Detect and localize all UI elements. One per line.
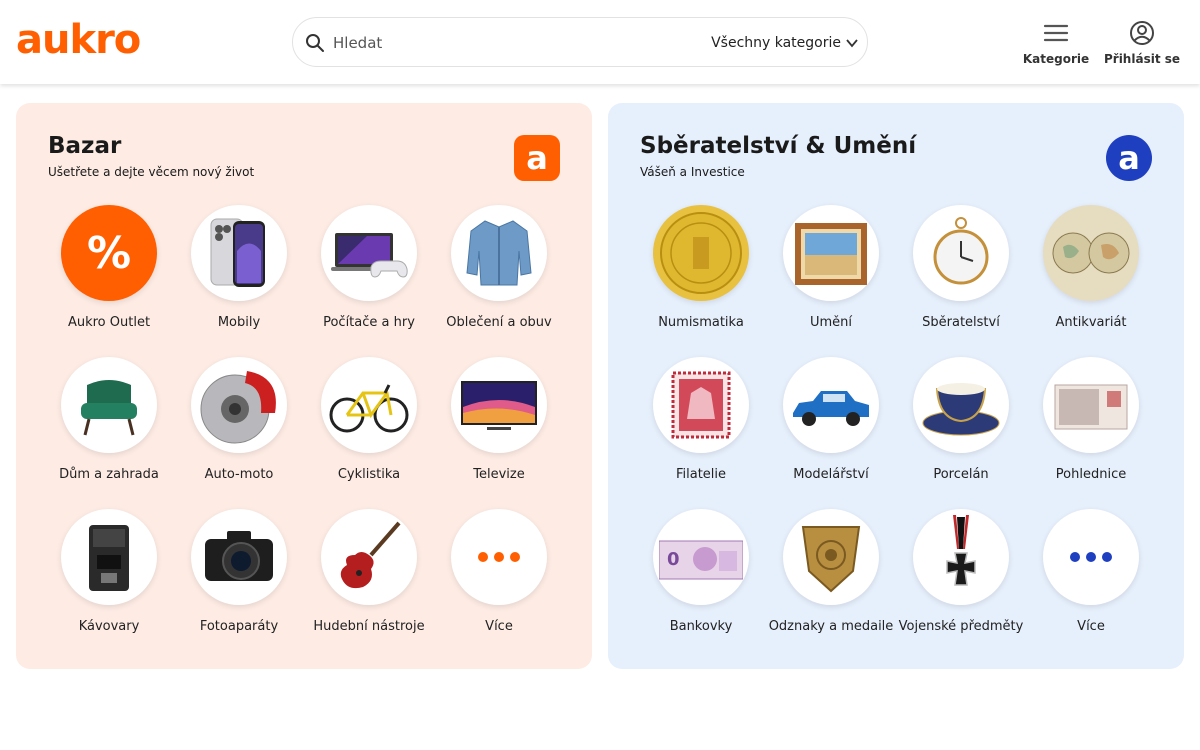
category-mobily[interactable]: Mobily — [174, 205, 304, 345]
category-vojenske-predmety[interactable]: Vojenské předměty — [896, 509, 1026, 649]
framed-painting-icon — [783, 205, 879, 301]
header: aukro Všechny kategorie Kategorie Přihlá… — [0, 0, 1200, 84]
armchair-icon — [61, 357, 157, 453]
category-kavovary[interactable]: Kávovary — [44, 509, 174, 649]
category-vice-bazar[interactable]: Více — [434, 509, 564, 649]
category-label: Pohlednice — [1055, 467, 1127, 482]
category-aukro-outlet[interactable]: % Aukro Outlet — [44, 205, 174, 345]
porcelain-cup-icon — [913, 357, 1009, 453]
category-label: Fotoaparáty — [199, 619, 279, 634]
bazar-panel: Bazar Ušetřete a dejte věcem nový život … — [16, 103, 592, 669]
bazar-title[interactable]: Bazar — [48, 133, 121, 159]
search-bar[interactable]: Všechny kategorie — [292, 17, 868, 67]
category-label: Aukro Outlet — [67, 315, 151, 330]
old-map-icon — [1043, 205, 1139, 301]
category-label: Numismatika — [658, 315, 744, 330]
category-umeni[interactable]: Umění — [766, 205, 896, 345]
bicycle-icon — [321, 357, 417, 453]
aukro-logo[interactable]: aukro — [16, 18, 141, 62]
category-select[interactable]: Všechny kategorie — [711, 33, 859, 53]
iron-cross-icon — [913, 509, 1009, 605]
electric-guitar-icon — [321, 509, 417, 605]
category-televize[interactable]: Televize — [434, 357, 564, 497]
kategorie-button[interactable]: Kategorie — [1022, 20, 1090, 66]
gold-coin-icon — [653, 205, 749, 301]
sber-subtitle: Vášeň a Investice — [640, 165, 745, 179]
category-antikvariat[interactable]: Antikvariát — [1026, 205, 1156, 345]
sberatelstvi-panel: Sběratelství & Umění Vášeň a Investice a… — [608, 103, 1184, 669]
category-modelarstvi[interactable]: Modelářství — [766, 357, 896, 497]
pocket-watch-icon — [913, 205, 1009, 301]
brake-disc-icon — [191, 357, 287, 453]
category-fotoaparaty[interactable]: Fotoaparáty — [174, 509, 304, 649]
category-cyklistika[interactable]: Cyklistika — [304, 357, 434, 497]
category-porcelan[interactable]: Porcelán — [896, 357, 1026, 497]
menu-icon — [1043, 24, 1069, 42]
category-label: Dům a zahrada — [59, 467, 159, 482]
camera-icon — [191, 509, 287, 605]
category-label: Bankovky — [669, 619, 733, 634]
category-label: Modelářství — [793, 467, 869, 482]
category-label: Antikvariát — [1055, 315, 1127, 330]
category-vice-sber[interactable]: Více — [1026, 509, 1156, 649]
category-label: Sběratelství — [922, 315, 1000, 330]
category-hudebni-nastroje[interactable]: Hudební nástroje — [304, 509, 434, 649]
category-label: Umění — [809, 315, 853, 330]
category-label: Filatelie — [675, 467, 727, 482]
category-label: Více — [1077, 619, 1105, 634]
kategorie-label: Kategorie — [1022, 52, 1090, 66]
badge-medal-icon — [783, 509, 879, 605]
category-dum-a-zahrada[interactable]: Dům a zahrada — [44, 357, 174, 497]
aukro-sber-logo-icon: a — [1106, 135, 1152, 181]
model-car-icon — [783, 357, 879, 453]
smartphone-icon — [191, 205, 287, 301]
category-label: Auto-moto — [204, 467, 274, 482]
chevron-down-icon — [846, 39, 858, 48]
search-input[interactable] — [333, 29, 693, 57]
search-icon[interactable] — [305, 33, 325, 53]
aukro-bazar-logo-icon: a — [514, 135, 560, 181]
sber-title[interactable]: Sběratelství & Umění — [640, 133, 916, 159]
category-label: Odznaky a medaile — [768, 619, 894, 634]
postage-stamp-icon — [653, 357, 749, 453]
login-label: Přihlásit se — [1103, 52, 1181, 66]
login-button[interactable]: Přihlásit se — [1103, 20, 1181, 66]
television-icon — [451, 357, 547, 453]
category-label: Televize — [473, 467, 525, 482]
denim-jacket-icon — [451, 205, 547, 301]
percent-icon: % — [61, 205, 157, 301]
svg-text:0: 0 — [667, 549, 680, 570]
bazar-subtitle: Ušetřete a dejte věcem nový život — [48, 165, 255, 179]
category-label: Kávovary — [78, 619, 140, 634]
category-label: Porcelán — [933, 467, 989, 482]
category-label: Mobily — [217, 315, 261, 330]
category-pocitace-a-hry[interactable]: Počítače a hry — [304, 205, 434, 345]
category-bankovky[interactable]: 0 Bankovky — [636, 509, 766, 649]
category-pohlednice[interactable]: Pohlednice — [1026, 357, 1156, 497]
category-sberatelstvi[interactable]: Sběratelství — [896, 205, 1026, 345]
category-filatelie[interactable]: Filatelie — [636, 357, 766, 497]
category-auto-moto[interactable]: Auto-moto — [174, 357, 304, 497]
coffee-machine-icon — [61, 509, 157, 605]
category-label: Vojenské předměty — [898, 619, 1024, 634]
laptop-gamepad-icon — [321, 205, 417, 301]
category-numismatika[interactable]: Numismatika — [636, 205, 766, 345]
more-dots-icon — [451, 509, 547, 605]
postcard-icon — [1043, 357, 1139, 453]
category-label: Cyklistika — [337, 467, 401, 482]
category-obleceni-a-obuv[interactable]: Oblečení a obuv — [434, 205, 564, 345]
category-label: Více — [485, 619, 513, 634]
user-icon — [1130, 21, 1154, 45]
category-odznaky-a-medaile[interactable]: Odznaky a medaile — [766, 509, 896, 649]
category-label: Hudební nástroje — [313, 619, 425, 634]
banknote-icon: 0 — [653, 509, 749, 605]
category-label: Oblečení a obuv — [446, 315, 552, 330]
category-select-label: Všechny kategorie — [711, 35, 841, 51]
category-label: Počítače a hry — [323, 315, 415, 330]
more-dots-icon — [1043, 509, 1139, 605]
